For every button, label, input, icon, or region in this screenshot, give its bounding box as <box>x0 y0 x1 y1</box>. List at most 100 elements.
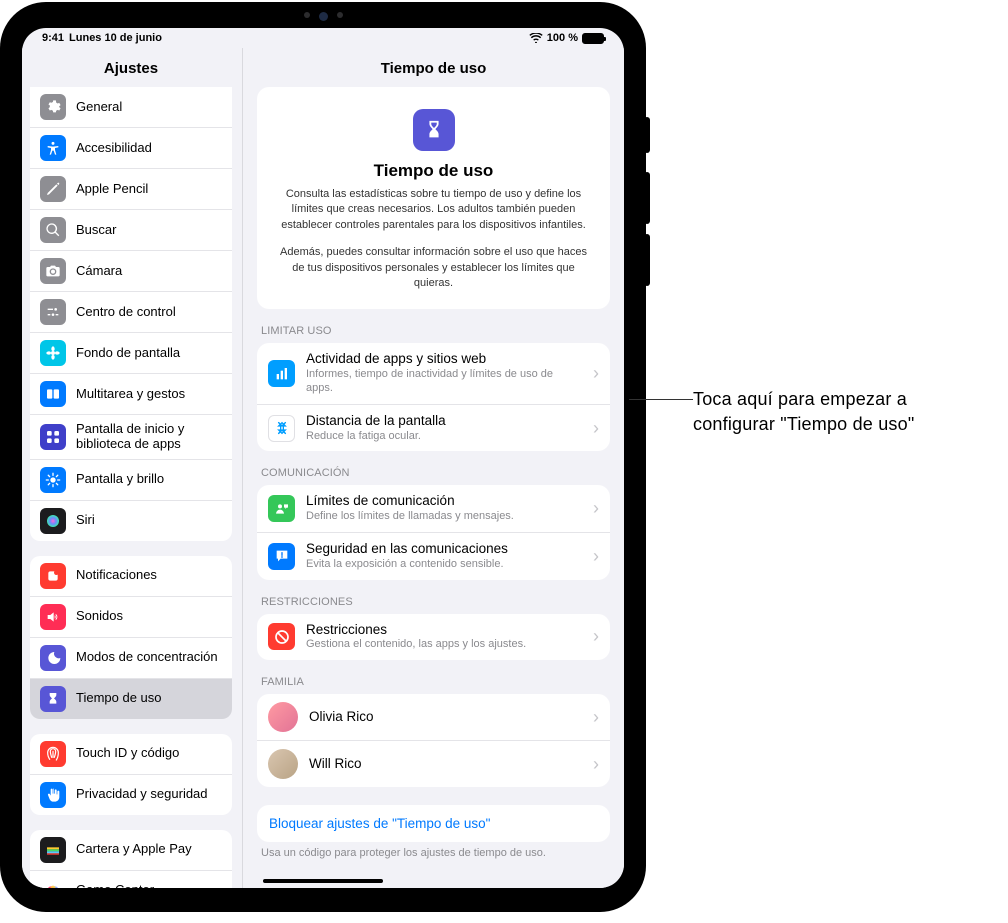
distance-icon <box>268 415 295 442</box>
bell-icon <box>40 563 66 589</box>
detail-item-title: Seguridad en las comunicaciones <box>306 541 582 558</box>
sidebar-item[interactable]: Tiempo de uso <box>30 678 232 719</box>
chevron-right-icon: › <box>593 754 599 775</box>
lock-footer: Usa un código para proteger los ajustes … <box>257 842 610 859</box>
section-header: LIMITAR USO <box>257 309 610 343</box>
detail-item[interactable]: Límites de comunicaciónDefine los límite… <box>257 485 610 532</box>
settings-sidebar: Ajustes General Accesibilidad Apple Pencil… <box>22 48 242 888</box>
sidebar-item-label: Siri <box>76 513 222 528</box>
chevron-right-icon: › <box>593 363 599 384</box>
detail-item-title: Restricciones <box>306 622 582 639</box>
sidebar-item[interactable]: Game Center <box>30 870 232 888</box>
nosign-icon <box>268 623 295 650</box>
detail-pane: Tiempo de uso Tiempo de uso Consulta las… <box>242 48 624 888</box>
sidebar-item[interactable]: Cámara <box>30 250 232 291</box>
detail-item[interactable]: Olivia Rico › <box>257 694 610 740</box>
flower-icon <box>40 340 66 366</box>
sidebar-item-label: Pantalla y brillo <box>76 472 222 487</box>
chevron-right-icon: › <box>593 498 599 519</box>
detail-item-sub: Reduce la fatiga ocular. <box>306 430 582 444</box>
sidebar-item[interactable]: Touch ID y código <box>30 734 232 774</box>
sidebar-item[interactable]: Pantalla de inicio y biblioteca de apps <box>30 414 232 459</box>
search-icon <box>40 217 66 243</box>
sidebar-item[interactable]: Pantalla y brillo <box>30 459 232 500</box>
sidebar-item-label: Cartera y Apple Pay <box>76 842 222 857</box>
detail-item[interactable]: RestriccionesGestiona el contenido, las … <box>257 614 610 661</box>
sidebar-item-label: Sonidos <box>76 609 222 624</box>
wallet-icon <box>40 837 66 863</box>
hero-title: Tiempo de uso <box>275 161 592 181</box>
hourglass-icon <box>40 686 66 712</box>
sidebar-item[interactable]: Notificaciones <box>30 556 232 596</box>
chevron-right-icon: › <box>593 546 599 567</box>
sidebar-item-label: Buscar <box>76 223 222 238</box>
sidebar-item[interactable]: General <box>30 87 232 127</box>
bubble-warn-icon <box>268 543 295 570</box>
sidebar-item-label: Modos de concentración <box>76 650 222 665</box>
chevron-right-icon: › <box>593 707 599 728</box>
sidebar-item-label: Multitarea y gestos <box>76 387 222 402</box>
moon-icon <box>40 645 66 671</box>
chevron-right-icon: › <box>593 626 599 647</box>
battery-icon <box>582 33 604 44</box>
person-bubble-icon <box>268 495 295 522</box>
sidebar-item-label: Accesibilidad <box>76 141 222 156</box>
avatar <box>268 702 298 732</box>
sidebar-item-label: Game Center <box>76 883 222 888</box>
sidebar-item[interactable]: Fondo de pantalla <box>30 332 232 373</box>
detail-item-title: Distancia de la pantalla <box>306 413 582 430</box>
sidebar-item[interactable]: Multitarea y gestos <box>30 373 232 414</box>
sidebar-item-label: General <box>76 100 222 115</box>
hero-card: Tiempo de uso Consulta las estadísticas … <box>257 87 610 309</box>
detail-item-sub: Informes, tiempo de inactividad y límite… <box>306 368 582 396</box>
avatar <box>268 749 298 779</box>
pencil-icon <box>40 176 66 202</box>
detail-item-title: Actividad de apps y sitios web <box>306 351 582 368</box>
sidebar-item[interactable]: Privacidad y seguridad <box>30 774 232 815</box>
detail-item[interactable]: Distancia de la pantallaReduce la fatiga… <box>257 404 610 452</box>
gamecenter-icon <box>40 878 66 888</box>
hero-desc1: Consulta las estadísticas sobre tu tiemp… <box>275 187 592 233</box>
section-header: RESTRICCIONES <box>257 580 610 614</box>
switches-icon <box>40 299 66 325</box>
detail-item[interactable]: Actividad de apps y sitios webInformes, … <box>257 343 610 403</box>
grid-icon <box>40 424 66 450</box>
chevron-right-icon: › <box>593 418 599 439</box>
detail-item-sub: Evita la exposición a contenido sensible… <box>306 558 582 572</box>
sidebar-item[interactable]: Buscar <box>30 209 232 250</box>
sidebar-item[interactable]: Modos de concentración <box>30 637 232 678</box>
hand-icon <box>40 782 66 808</box>
detail-item[interactable]: Will Rico› <box>257 740 610 787</box>
sidebar-title: Ajustes <box>30 54 232 87</box>
hero-desc2: Además, puedes consultar información sob… <box>275 245 592 291</box>
section-header: FAMILIA <box>257 660 610 694</box>
fingerprint-icon <box>40 741 66 767</box>
sidebar-item[interactable]: Centro de control <box>30 291 232 332</box>
annotation-callout: Toca aquí para empezar a configurar "Tie… <box>646 387 953 437</box>
sidebar-item-label: Tiempo de uso <box>76 691 222 706</box>
status-time: 9:41 <box>42 32 64 44</box>
sidebar-item-label: Pantalla de inicio y biblioteca de apps <box>76 422 222 452</box>
sidebar-item[interactable]: Siri <box>30 500 232 541</box>
sidebar-item[interactable]: Sonidos <box>30 596 232 637</box>
speaker-icon <box>40 604 66 630</box>
lock-screen-time-button[interactable]: Bloquear ajustes de "Tiempo de uso" <box>257 805 610 842</box>
battery-pct: 100 % <box>547 32 578 44</box>
sidebar-item-label: Fondo de pantalla <box>76 346 222 361</box>
sidebar-item[interactable]: Accesibilidad <box>30 127 232 168</box>
camera-icon <box>40 258 66 284</box>
wifi-icon <box>529 33 543 43</box>
sun-icon <box>40 467 66 493</box>
section-header: COMUNICACIÓN <box>257 451 610 485</box>
sidebar-item[interactable]: Cartera y Apple Pay <box>30 830 232 870</box>
sidebar-item-label: Touch ID y código <box>76 746 222 761</box>
detail-title: Tiempo de uso <box>243 48 624 87</box>
sidebar-item-label: Privacidad y seguridad <box>76 787 222 802</box>
detail-item-title: Olivia Rico <box>309 709 582 726</box>
chart-icon <box>268 360 295 387</box>
home-indicator[interactable] <box>263 879 383 883</box>
detail-item[interactable]: Seguridad en las comunicacionesEvita la … <box>257 532 610 580</box>
sidebar-item-label: Apple Pencil <box>76 182 222 197</box>
sidebar-item[interactable]: Apple Pencil <box>30 168 232 209</box>
detail-item-sub: Gestiona el contenido, las apps y los aj… <box>306 638 582 652</box>
